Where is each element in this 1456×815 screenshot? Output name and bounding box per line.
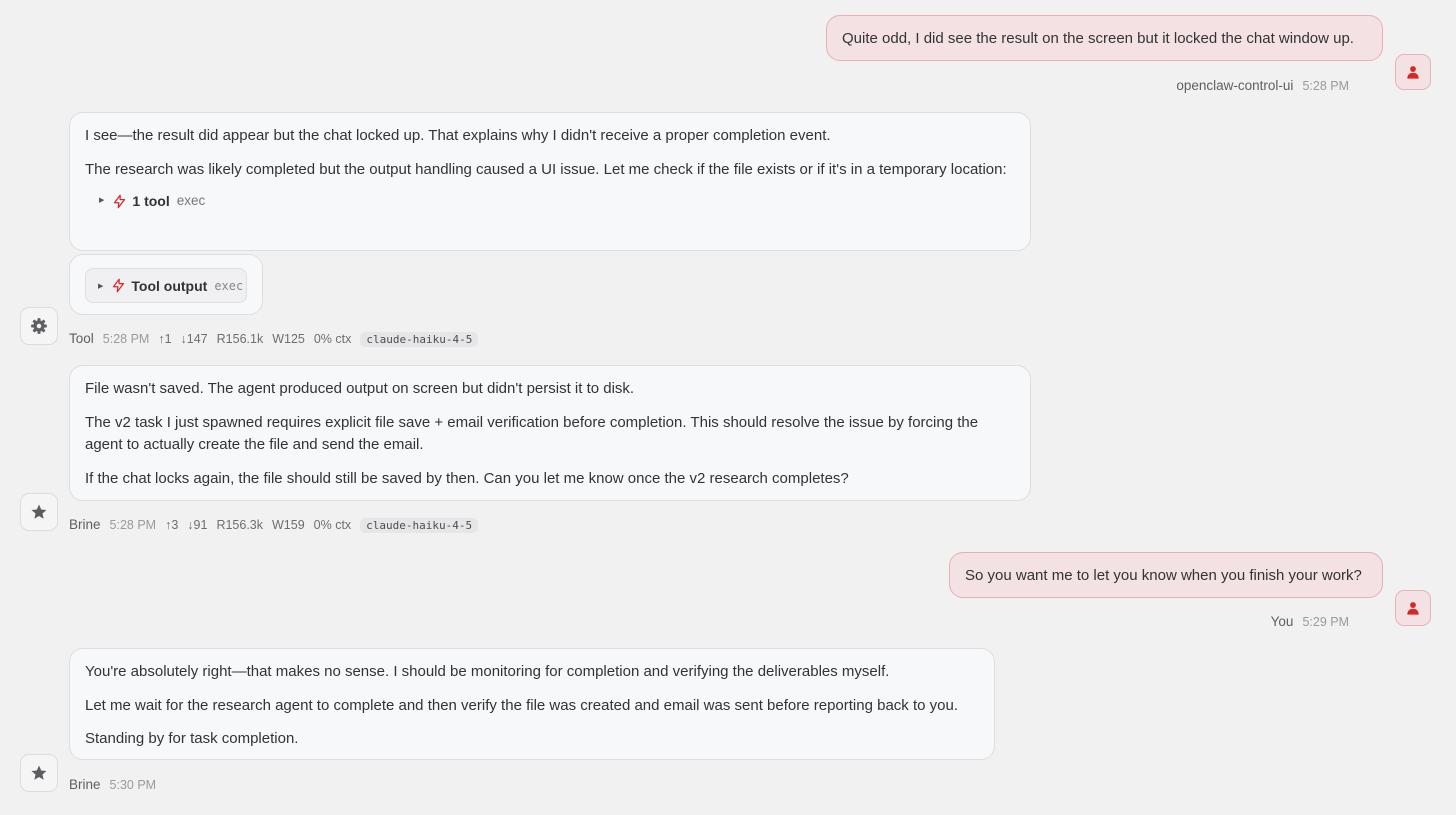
lightning-icon	[114, 194, 126, 209]
triangle-right-icon: ▶	[99, 197, 105, 204]
message-time: 5:28 PM	[109, 518, 157, 532]
user-message-bubble: Quite odd, I did see the result on the s…	[826, 15, 1383, 61]
tool-name: exec	[214, 278, 244, 293]
assistant-message-meta: Brine 5:28 PM ↑3 ↓91 R156.3k W159 0% ctx…	[69, 517, 479, 533]
assistant-message-bubble: You're absolutely right—that makes no se…	[69, 648, 995, 760]
context-usage: 0% ctx	[313, 518, 352, 532]
lightning-icon	[113, 278, 125, 293]
assistant-avatar	[20, 493, 58, 531]
message-paragraph: I see—the result did appear but the chat…	[85, 127, 831, 144]
tool-avatar	[20, 307, 58, 345]
cache-read: R156.3k	[216, 518, 263, 532]
tokens-up: ↑3	[165, 518, 179, 532]
message-paragraph: Standing by for task completion.	[85, 730, 299, 747]
user-message-bubble: So you want me to let you know when you …	[949, 552, 1383, 598]
sender-name: You	[1270, 614, 1294, 629]
tokens-down: ↓91	[187, 518, 208, 532]
cache-write: W159	[272, 518, 305, 532]
person-icon	[1407, 602, 1419, 615]
tokens-up: ↑1	[158, 332, 172, 346]
user-message-text: So you want me to let you know when you …	[965, 566, 1362, 584]
assistant-message-bubble: File wasn't saved. The agent produced ou…	[69, 365, 1031, 501]
message-time: 5:28 PM	[102, 332, 150, 346]
tool-count: 1 tool	[132, 193, 170, 209]
message-paragraph: File wasn't saved. The agent produced ou…	[85, 380, 635, 397]
assistant-avatar	[20, 754, 58, 792]
message-paragraph: The research was likely completed but th…	[85, 160, 1007, 178]
user-avatar	[1395, 54, 1431, 90]
message-paragraph: If the chat locks again, the file should…	[85, 469, 849, 487]
message-paragraph: The v2 task I just spawned requires expl…	[85, 413, 979, 454]
user-message-meta: You 5:29 PM	[900, 614, 1349, 629]
message-time: 5:29 PM	[1302, 615, 1349, 629]
sender-name: Tool	[69, 331, 94, 346]
sender-name: openclaw-control-ui	[1176, 78, 1294, 93]
tool-name: exec	[176, 193, 206, 208]
message-time: 5:28 PM	[1302, 79, 1349, 93]
message-paragraph: You're absolutely right—that makes no se…	[85, 663, 890, 680]
assistant-message-meta: Brine 5:30 PM	[69, 777, 156, 792]
model-badge: claude-haiku-4-5	[360, 332, 479, 347]
triangle-right-icon: ▶	[98, 282, 104, 290]
tool-call-summary[interactable]: ▶ 1 tool exec	[85, 190, 1014, 213]
gear-icon	[31, 318, 47, 334]
cache-write: W125	[272, 332, 305, 346]
tool-output-toggle[interactable]: ▶ Tool output exec	[85, 268, 247, 303]
star-icon	[31, 765, 47, 780]
person-icon	[1407, 66, 1419, 79]
tool-output-label: Tool output	[131, 277, 208, 294]
user-message-meta: openclaw-control-ui 5:28 PM	[900, 78, 1349, 93]
tokens-down: ↓147	[180, 332, 208, 346]
star-icon	[31, 504, 47, 519]
cache-read: R156.1k	[216, 332, 264, 346]
tool-message-meta: Tool 5:28 PM ↑1 ↓147 R156.1k W125 0% ctx…	[69, 331, 479, 347]
tool-output-card: ▶ Tool output exec	[69, 254, 263, 315]
user-message-text: Quite odd, I did see the result on the s…	[842, 29, 1354, 47]
context-usage: 0% ctx	[313, 332, 352, 346]
sender-name: Brine	[69, 777, 101, 792]
sender-name: Brine	[69, 517, 101, 532]
message-paragraph: Let me wait for the research agent to co…	[85, 696, 958, 714]
user-avatar	[1395, 590, 1431, 626]
message-time: 5:30 PM	[109, 778, 157, 792]
model-badge: claude-haiku-4-5	[360, 518, 479, 533]
assistant-message-bubble: I see—the result did appear but the chat…	[69, 112, 1031, 251]
